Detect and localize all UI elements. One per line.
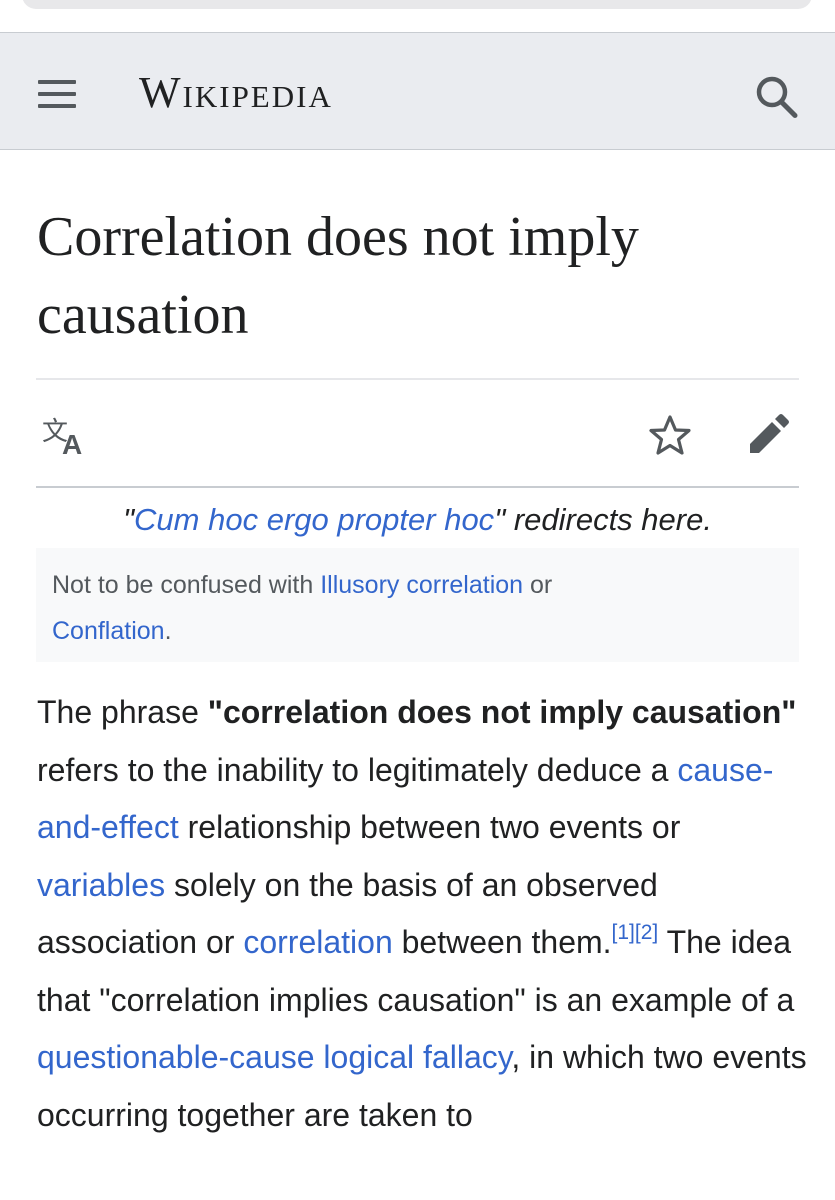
- hatnote-quote-close: ": [494, 502, 506, 537]
- reference-2-link[interactable]: [2]: [635, 921, 658, 944]
- wikipedia-wordmark[interactable]: Wikipedia: [139, 67, 333, 118]
- hamburger-menu-icon[interactable]: [36, 78, 78, 108]
- lead-bold-phrase: "correlation does not imply causation": [207, 694, 797, 730]
- language-icon[interactable]: 文 A: [40, 412, 94, 460]
- confusion-hatnote: Not to be confused with Illusory correla…: [36, 548, 799, 662]
- confusion-suffix: .: [164, 617, 172, 645]
- reference-1-link[interactable]: [1]: [612, 921, 635, 944]
- confusion-middle: or: [523, 571, 553, 599]
- lead-text: refers to the inability to legitimately …: [37, 751, 678, 788]
- address-bar-field[interactable]: [22, 0, 812, 9]
- star-icon[interactable]: [644, 410, 696, 462]
- conflation-link[interactable]: Conflation: [52, 617, 165, 645]
- site-header: Wikipedia: [0, 32, 835, 150]
- svg-text:A: A: [62, 429, 82, 458]
- questionable-cause-link[interactable]: questionable-cause logical fallacy: [37, 1039, 511, 1075]
- search-icon[interactable]: [750, 71, 802, 123]
- pencil-icon[interactable]: [742, 408, 794, 460]
- cum-hoc-link[interactable]: Cum hoc ergo propter hoc: [134, 502, 494, 537]
- reference-1[interactable]: [1]: [612, 921, 635, 944]
- actions-divider: [36, 486, 799, 488]
- lead-text: between them.: [392, 924, 612, 960]
- title-divider: [36, 378, 799, 380]
- hatnote-quote-open: ": [123, 502, 135, 537]
- browser-address-bar: [0, 0, 835, 32]
- reference-2[interactable]: [2]: [635, 921, 658, 944]
- lead-text: The phrase: [37, 694, 208, 730]
- confusion-prefix: Not to be confused with: [52, 571, 321, 599]
- correlation-link[interactable]: correlation: [243, 924, 392, 960]
- illusory-correlation-link[interactable]: Illusory correlation: [320, 571, 523, 599]
- page-title: Correlation does not imply causation: [37, 206, 639, 346]
- article-lead-paragraph: The phrase "correlation does not imply c…: [37, 684, 807, 1144]
- hatnote-redirect-suffix: redirects here.: [505, 502, 712, 537]
- lead-text: relationship between two events or: [178, 809, 681, 845]
- variables-link[interactable]: variables: [37, 867, 165, 903]
- redirect-hatnote: "Cum hoc ergo propter hoc" redirects her…: [36, 500, 799, 540]
